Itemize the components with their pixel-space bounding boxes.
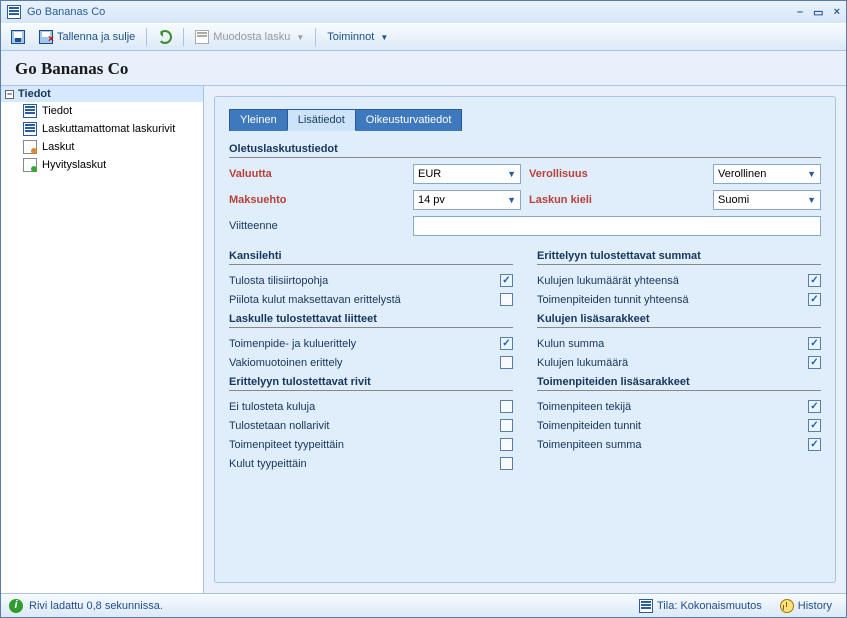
document-icon [23,122,37,136]
statusbar: i Rivi ladattu 0,8 sekunnissa. Tila: Kok… [1,593,846,617]
reference-label: Viitteenne [229,220,405,232]
save-icon [11,30,25,44]
chk-kulujen-lukumaara[interactable] [808,356,821,369]
minimize-button[interactable]: – [797,6,803,19]
chevron-down-icon: ▼ [507,195,516,205]
status-icon [639,599,653,613]
section-kansilehti: Kansilehti [229,250,513,265]
info-icon: i [9,599,23,613]
save-close-icon [39,30,53,44]
tree-item-tiedot[interactable]: Tiedot [1,102,203,120]
tree-item-laskut[interactable]: Laskut [1,138,203,156]
tax-label: Verollisuus [529,168,705,180]
terms-label: Maksuehto [229,194,405,206]
chk-toimenpiteen-summa[interactable] [808,438,821,451]
chk-tunnit-yhteensa[interactable] [808,293,821,306]
chk-toimenpiteet-tyypeittain[interactable] [500,438,513,451]
chk-kulun-summa[interactable] [808,337,821,350]
tree-root[interactable]: − Tiedot [1,86,203,102]
app-icon [7,5,21,19]
company-title: Go Bananas Co [15,59,832,79]
maximize-button[interactable]: ▭ [813,6,823,19]
titlebar: Go Bananas Co – ▭ × [1,1,846,23]
tab-lisatiedot[interactable]: Lisätiedot [287,109,356,131]
chk-vakiomuotoinen[interactable] [500,356,513,369]
status-text: Rivi ladattu 0,8 sekunnissa. [29,600,163,612]
section-kulujen-sarakkeet: Kulujen lisäsarakkeet [537,313,821,328]
chk-tekija[interactable] [808,400,821,413]
tax-select[interactable]: Verollinen▼ [713,164,821,184]
chk-ei-kuluja[interactable] [500,400,513,413]
app-window: Go Bananas Co – ▭ × Tallenna ja sulje Mu… [0,0,847,618]
reference-input[interactable] [413,216,821,236]
chevron-down-icon: ▼ [380,33,388,42]
actions-button[interactable]: Toiminnot▼ [321,28,394,46]
tab-yleinen[interactable]: Yleinen [229,109,288,131]
refresh-button[interactable] [152,27,178,47]
chk-tilisiirtopohja[interactable] [500,274,513,287]
laskut-icon [23,140,37,154]
document-icon [23,104,37,118]
tree-item-hyvityslaskut[interactable]: Hyvityslaskut [1,156,203,174]
chk-nollarivit[interactable] [500,419,513,432]
chk-kulut-tyypeittain[interactable] [500,457,513,470]
chevron-down-icon: ▼ [507,169,516,179]
chk-tunnit[interactable] [808,419,821,432]
make-invoice-button: Muodosta lasku▼ [189,27,310,47]
currency-label: Valuutta [229,168,405,180]
section-toimenpide-sarakkeet: Toimenpiteiden lisäsarakkeet [537,376,821,391]
chk-kulujen-lukumaarat[interactable] [808,274,821,287]
chk-toimenpide-kuluerittely[interactable] [500,337,513,350]
section-billing: Oletuslaskutustiedot [229,143,821,158]
chevron-down-icon: ▼ [807,195,816,205]
chevron-down-icon: ▼ [296,33,304,42]
main-panel: Yleinen Lisätiedot Oikeusturvatiedot Ole… [214,96,836,583]
history-button[interactable]: History [774,597,838,615]
section-summat: Erittelyyn tulostettavat summat [537,250,821,265]
save-button[interactable] [5,27,31,47]
tree-item-laskurivit[interactable]: Laskuttamattomat laskurivit [1,120,203,138]
window-title: Go Bananas Co [27,6,105,18]
nav-tree: − Tiedot Tiedot Laskuttamattomat laskuri… [1,86,204,593]
section-rivit: Erittelyyn tulostettavat rivit [229,376,513,391]
lang-label: Laskun kieli [529,194,705,206]
chevron-down-icon: ▼ [807,169,816,179]
close-button[interactable]: × [834,6,840,19]
invoice-icon [195,30,209,44]
currency-select[interactable]: EUR▼ [413,164,521,184]
tabs: Yleinen Lisätiedot Oikeusturvatiedot [229,109,821,131]
hyvityslaskut-icon [23,158,37,172]
status-mode[interactable]: Tila: Kokonaismuutos [633,597,768,615]
save-close-button[interactable]: Tallenna ja sulje [33,27,141,47]
lang-select[interactable]: Suomi▼ [713,190,821,210]
section-liitteet: Laskulle tulostettavat liitteet [229,313,513,328]
toolbar: Tallenna ja sulje Muodosta lasku▼ Toimin… [1,23,846,51]
history-icon [780,599,794,613]
tab-oikeusturvatiedot[interactable]: Oikeusturvatiedot [355,109,463,131]
terms-select[interactable]: 14 pv▼ [413,190,521,210]
collapse-icon[interactable]: − [5,90,14,99]
header: Go Bananas Co [1,51,846,85]
chk-piilota-kulut[interactable] [500,293,513,306]
refresh-icon [158,30,172,44]
